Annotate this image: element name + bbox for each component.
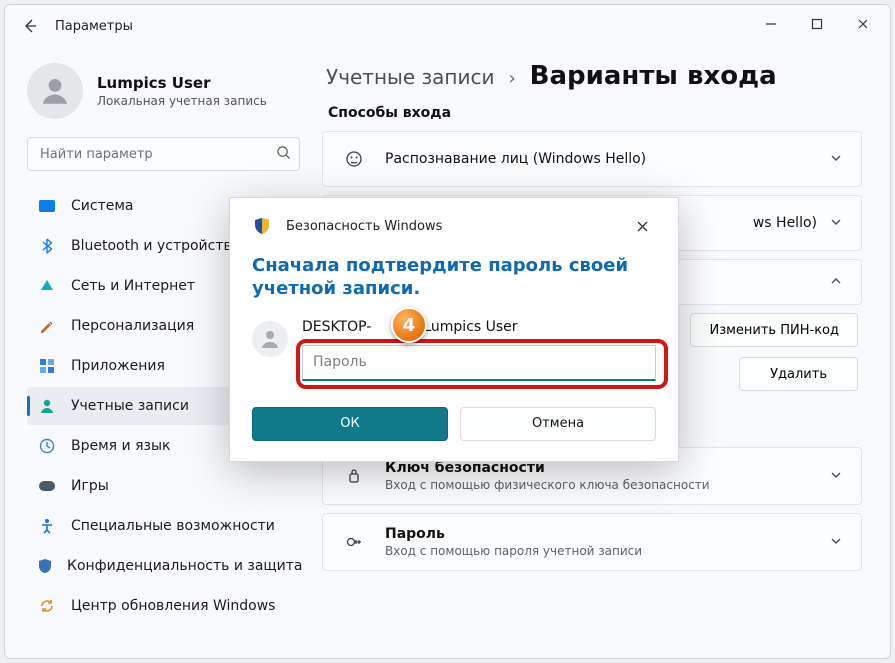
nav-update[interactable]: Центр обновления Windows xyxy=(27,587,300,625)
update-icon xyxy=(37,596,57,616)
ok-button[interactable]: ОК xyxy=(252,407,448,441)
shield-icon xyxy=(252,216,272,236)
dialog-avatar xyxy=(252,321,288,357)
nav-label: Приложения xyxy=(71,358,165,374)
privacy-icon xyxy=(37,556,53,576)
time-icon xyxy=(37,436,57,456)
gaming-icon xyxy=(37,476,57,496)
nav-accessibility[interactable]: Специальные возможности xyxy=(27,507,300,545)
chevron-up-icon xyxy=(829,273,843,292)
crumb-sep: › xyxy=(508,68,515,89)
nav-label: Сеть и Интернет xyxy=(71,278,195,294)
personalization-icon xyxy=(37,316,57,336)
dialog-close-button[interactable] xyxy=(628,212,656,240)
dialog-username: DESKTOP-XXXXX\Lumpics User xyxy=(302,319,656,335)
accounts-icon xyxy=(37,396,57,416)
nav-label: Учетные записи xyxy=(71,398,189,414)
profile-name: Lumpics User xyxy=(97,74,267,92)
nav-label: Центр обновления Windows xyxy=(71,598,275,614)
profile-sub: Локальная учетная запись xyxy=(97,94,267,108)
card-password[interactable]: Пароль Вход с помощью пароля учетной зап… xyxy=(322,513,862,571)
nav-label: Персонализация xyxy=(71,318,194,334)
section-heading: Способы входа xyxy=(328,105,862,121)
nav-label: Bluetooth и устройства xyxy=(71,238,240,254)
avatar xyxy=(27,63,83,119)
password-icon xyxy=(341,529,367,555)
system-icon xyxy=(37,196,57,216)
nav-label: Конфиденциальность и защита xyxy=(67,558,302,574)
card-title: Распознавание лиц (Windows Hello) xyxy=(385,151,829,167)
dialog-header: Безопасность Windows xyxy=(252,212,656,240)
dialog-user-row: DESKTOP-XXXXX\Lumpics User xyxy=(252,319,656,381)
close-button[interactable] xyxy=(840,5,886,43)
chevron-down-icon xyxy=(829,467,843,486)
search-box[interactable] xyxy=(27,137,300,171)
nav-label: Время и язык xyxy=(71,438,170,454)
settings-window: Параметры Lumpics User Локальная учетная… xyxy=(4,4,891,659)
nav-label: Игры xyxy=(71,478,109,494)
search-input[interactable] xyxy=(38,146,276,163)
card-title: Пароль xyxy=(385,526,829,542)
dialog-actions: ОК Отмена xyxy=(252,407,656,441)
apps-icon xyxy=(37,356,57,376)
change-pin-button[interactable]: Изменить ПИН-код xyxy=(690,313,858,347)
accessibility-icon xyxy=(37,516,57,536)
card-face-recognition[interactable]: Распознавание лиц (Windows Hello) xyxy=(322,131,862,187)
bluetooth-icon xyxy=(37,236,57,256)
password-input[interactable] xyxy=(302,345,656,381)
app-title: Параметры xyxy=(55,19,133,34)
chevron-down-icon xyxy=(829,150,843,169)
nav-gaming[interactable]: Игры xyxy=(27,467,300,505)
nav-label: Система xyxy=(71,198,133,214)
page-title: Варианты входа xyxy=(530,61,777,91)
nav-label: Специальные возможности xyxy=(71,518,275,534)
profile-block: Lumpics User Локальная учетная запись xyxy=(27,55,300,133)
breadcrumb: Учетные записи › Варианты входа xyxy=(326,61,862,91)
titlebar: Параметры xyxy=(5,5,890,47)
cancel-button[interactable]: Отмена xyxy=(460,407,656,441)
nav-privacy[interactable]: Конфиденциальность и защита xyxy=(27,547,300,585)
chevron-down-icon xyxy=(829,214,843,233)
card-sub: Вход с помощью физического ключа безопас… xyxy=(385,478,829,492)
card-sub: Вход с помощью пароля учетной записи xyxy=(385,544,829,558)
chevron-down-icon xyxy=(829,533,843,552)
dialog-title: Безопасность Windows xyxy=(286,219,442,234)
back-button[interactable] xyxy=(15,11,45,41)
crumb-parent[interactable]: Учетные записи xyxy=(326,65,494,89)
password-field-wrap xyxy=(302,345,656,381)
dialog-heading: Сначала подтвердите пароль своей учетной… xyxy=(252,254,656,301)
maximize-button[interactable] xyxy=(794,5,840,43)
minimize-button[interactable] xyxy=(748,5,794,43)
security-dialog: Безопасность Windows Сначала подтвердите… xyxy=(229,197,679,462)
key-icon xyxy=(341,463,367,489)
face-icon xyxy=(341,146,367,172)
remove-button[interactable]: Удалить xyxy=(739,357,858,391)
network-icon xyxy=(37,276,57,296)
window-controls xyxy=(748,5,886,43)
search-icon xyxy=(276,145,291,164)
card-title: Ключ безопасности xyxy=(385,460,829,476)
